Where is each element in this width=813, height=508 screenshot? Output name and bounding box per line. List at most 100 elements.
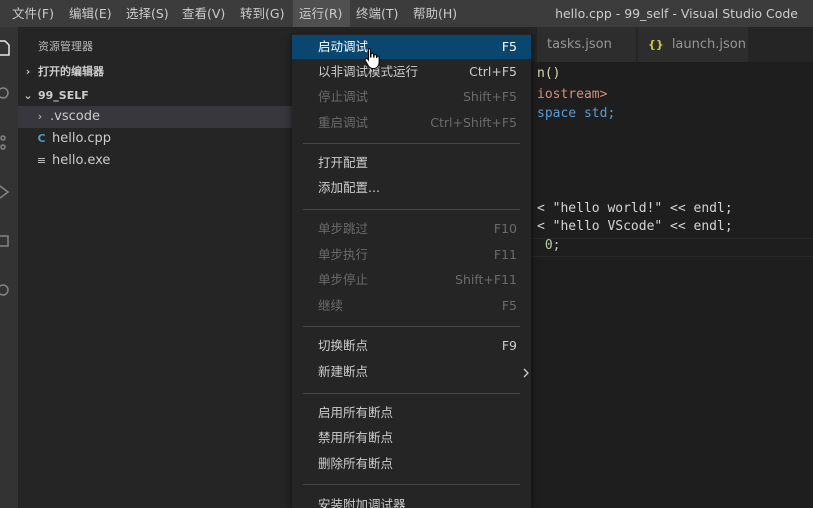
code-line[interactable]: < "hello VScode" << endl; bbox=[537, 217, 733, 236]
menu-item-label: 单步跳过 bbox=[318, 221, 369, 236]
menu-item-shortcut: Ctrl+F5 bbox=[469, 64, 517, 79]
menu-separator bbox=[303, 143, 520, 144]
chevron-down-icon: ⌄ bbox=[23, 89, 33, 102]
menu-separator bbox=[303, 393, 520, 394]
menu-item-restart-debugging[interactable]: 重启调试 Ctrl+Shift+F5 bbox=[292, 111, 531, 135]
cpp-file-icon: C bbox=[37, 132, 46, 145]
menu-separator bbox=[303, 484, 520, 485]
chevron-right-icon: › bbox=[37, 110, 43, 123]
tree-item-label: hello.exe bbox=[52, 153, 111, 168]
menu-item-step-out[interactable]: 单步停止 Shift+F11 bbox=[292, 268, 531, 292]
submenu-chevron-icon bbox=[521, 360, 531, 384]
code-line[interactable]: n() bbox=[537, 64, 560, 83]
open-editors-label: 打开的编辑器 bbox=[38, 65, 104, 78]
run-menu-dropdown: 启动调试 F5 以非调试模式运行 Ctrl+F5 停止调试 Shift+F5 重… bbox=[292, 34, 531, 508]
search-icon[interactable] bbox=[0, 85, 12, 103]
menu-item-shortcut: F10 bbox=[493, 221, 517, 236]
hand-cursor-icon bbox=[364, 48, 380, 69]
menu-item-label: 停止调试 bbox=[318, 89, 369, 104]
menu-item-label: 添加配置... bbox=[318, 180, 380, 195]
extensions-icon[interactable] bbox=[0, 232, 12, 250]
code-text: 0; bbox=[537, 238, 561, 253]
source-control-icon[interactable] bbox=[0, 133, 12, 151]
folder-label: 99_SELF bbox=[38, 89, 89, 102]
window-title: hello.cpp - 99_self - Visual Studio Code bbox=[555, 6, 798, 21]
tab-tasks-json[interactable]: tasks.json bbox=[537, 27, 636, 62]
menu-item-label: 安装附加调试器 bbox=[318, 497, 406, 508]
menu-terminal[interactable]: 终端(T) bbox=[350, 0, 404, 27]
tab-launch-json[interactable]: {} launch.json bbox=[638, 27, 748, 62]
menu-item-shortcut: Ctrl+Shift+F5 bbox=[430, 115, 517, 130]
menu-run[interactable]: 运行(R) bbox=[293, 0, 350, 27]
menu-item-label: 打开配置 bbox=[318, 155, 369, 170]
current-line-highlight bbox=[532, 238, 813, 257]
menu-view[interactable]: 查看(V) bbox=[176, 0, 231, 27]
menu-item-label: 继续 bbox=[318, 298, 344, 313]
menu-item-label: 单步停止 bbox=[318, 272, 369, 287]
menu-item-label: 切换断点 bbox=[318, 338, 369, 353]
explorer-icon[interactable] bbox=[0, 39, 12, 57]
menu-item-start-debugging[interactable]: 启动调试 F5 bbox=[292, 35, 531, 59]
menu-item-shortcut: Shift+F11 bbox=[455, 272, 517, 287]
menu-help[interactable]: 帮助(H) bbox=[407, 0, 463, 27]
explorer-sidebar: 资源管理器 › 打开的编辑器 ⌄ 99_SELF › .vscode Chello.c… bbox=[18, 27, 292, 508]
menu-item-label: 新建断点 bbox=[318, 364, 369, 379]
menu-item-label: 启用所有断点 bbox=[318, 405, 394, 420]
code-line[interactable]: space std; bbox=[537, 104, 615, 123]
code-text: space std; bbox=[537, 106, 616, 121]
menu-item-shortcut: F9 bbox=[501, 338, 517, 353]
menu-item-label: 单步执行 bbox=[318, 247, 369, 262]
menu-goto[interactable]: 转到(G) bbox=[234, 0, 290, 27]
code-text: n() bbox=[537, 66, 561, 81]
menu-edit[interactable]: 编辑(E) bbox=[63, 0, 118, 27]
menu-item-label: 重启调试 bbox=[318, 115, 369, 130]
chevron-right-icon: › bbox=[25, 65, 31, 78]
menu-item-open-configurations[interactable]: 打开配置 bbox=[292, 151, 531, 175]
tree-item-hello-cpp[interactable]: Chello.cpp bbox=[18, 128, 292, 150]
folder-section[interactable]: ⌄ 99_SELF bbox=[18, 85, 292, 107]
open-editors-section[interactable]: › 打开的编辑器 bbox=[18, 61, 292, 83]
menu-item-install-debuggers[interactable]: 安装附加调试器 bbox=[292, 493, 531, 508]
menu-selection[interactable]: 选择(S) bbox=[120, 0, 175, 27]
json-icon: {} bbox=[648, 38, 664, 51]
menu-item-label: 删除所有断点 bbox=[318, 456, 394, 471]
explorer-title: 资源管理器 bbox=[38, 40, 93, 53]
menu-item-disable-all-breakpoints[interactable]: 禁用所有断点 bbox=[292, 426, 531, 450]
title-bar: 文件(F) 编辑(E) 选择(S) 查看(V) 转到(G) 运行(R) 终端(T… bbox=[0, 0, 813, 27]
tab-label: launch.json bbox=[671, 37, 746, 52]
tree-item-label: hello.cpp bbox=[52, 131, 111, 146]
tab-label: tasks.json bbox=[547, 37, 612, 52]
code-line[interactable]: < "hello world!" << endl; bbox=[537, 199, 733, 218]
menu-item-step-into[interactable]: 单步执行 F11 bbox=[292, 243, 531, 267]
menu-item-shortcut: F5 bbox=[501, 298, 517, 313]
tree-item-label: .vscode bbox=[50, 109, 100, 124]
menu-item-step-over[interactable]: 单步跳过 F10 bbox=[292, 217, 531, 241]
menu-item-remove-all-breakpoints[interactable]: 删除所有断点 bbox=[292, 452, 531, 476]
menu-item-continue[interactable]: 继续 F5 bbox=[292, 294, 531, 318]
menu-file[interactable]: 文件(F) bbox=[6, 0, 60, 27]
menu-item-shortcut: Shift+F5 bbox=[462, 89, 517, 104]
menu-separator bbox=[303, 209, 520, 210]
remote-icon[interactable] bbox=[0, 281, 12, 299]
menu-item-label: 禁用所有断点 bbox=[318, 430, 394, 445]
code-text: iostream> bbox=[537, 87, 608, 102]
file-lines-icon: ≡ bbox=[36, 154, 47, 167]
menu-item-new-breakpoint[interactable]: 新建断点 bbox=[292, 360, 531, 384]
code-line[interactable]: 0; bbox=[537, 236, 561, 255]
tree-item-vscode[interactable]: › .vscode bbox=[18, 106, 292, 128]
menu-separator bbox=[303, 326, 520, 327]
menu-item-label: 启动调试 bbox=[318, 39, 369, 54]
code-text: < "hello world!" << endl; bbox=[537, 201, 733, 216]
menu-item-shortcut: F11 bbox=[493, 247, 517, 262]
menu-item-enable-all-breakpoints[interactable]: 启用所有断点 bbox=[292, 401, 531, 425]
code-text: < "hello VScode" << endl; bbox=[537, 219, 733, 234]
menu-item-stop-debugging[interactable]: 停止调试 Shift+F5 bbox=[292, 85, 531, 109]
menu-item-toggle-breakpoint[interactable]: 切换断点 F9 bbox=[292, 334, 531, 358]
run-debug-icon[interactable] bbox=[0, 183, 12, 201]
menu-item-shortcut: F5 bbox=[501, 39, 517, 54]
code-line[interactable]: iostream> bbox=[537, 85, 607, 104]
menu-item-add-configuration[interactable]: 添加配置... bbox=[292, 176, 531, 200]
tree-item-hello-exe[interactable]: ≡ hello.exe bbox=[18, 150, 292, 172]
activity-bar bbox=[0, 27, 18, 508]
menu-item-run-without-debugging[interactable]: 以非调试模式运行 Ctrl+F5 bbox=[292, 60, 531, 84]
